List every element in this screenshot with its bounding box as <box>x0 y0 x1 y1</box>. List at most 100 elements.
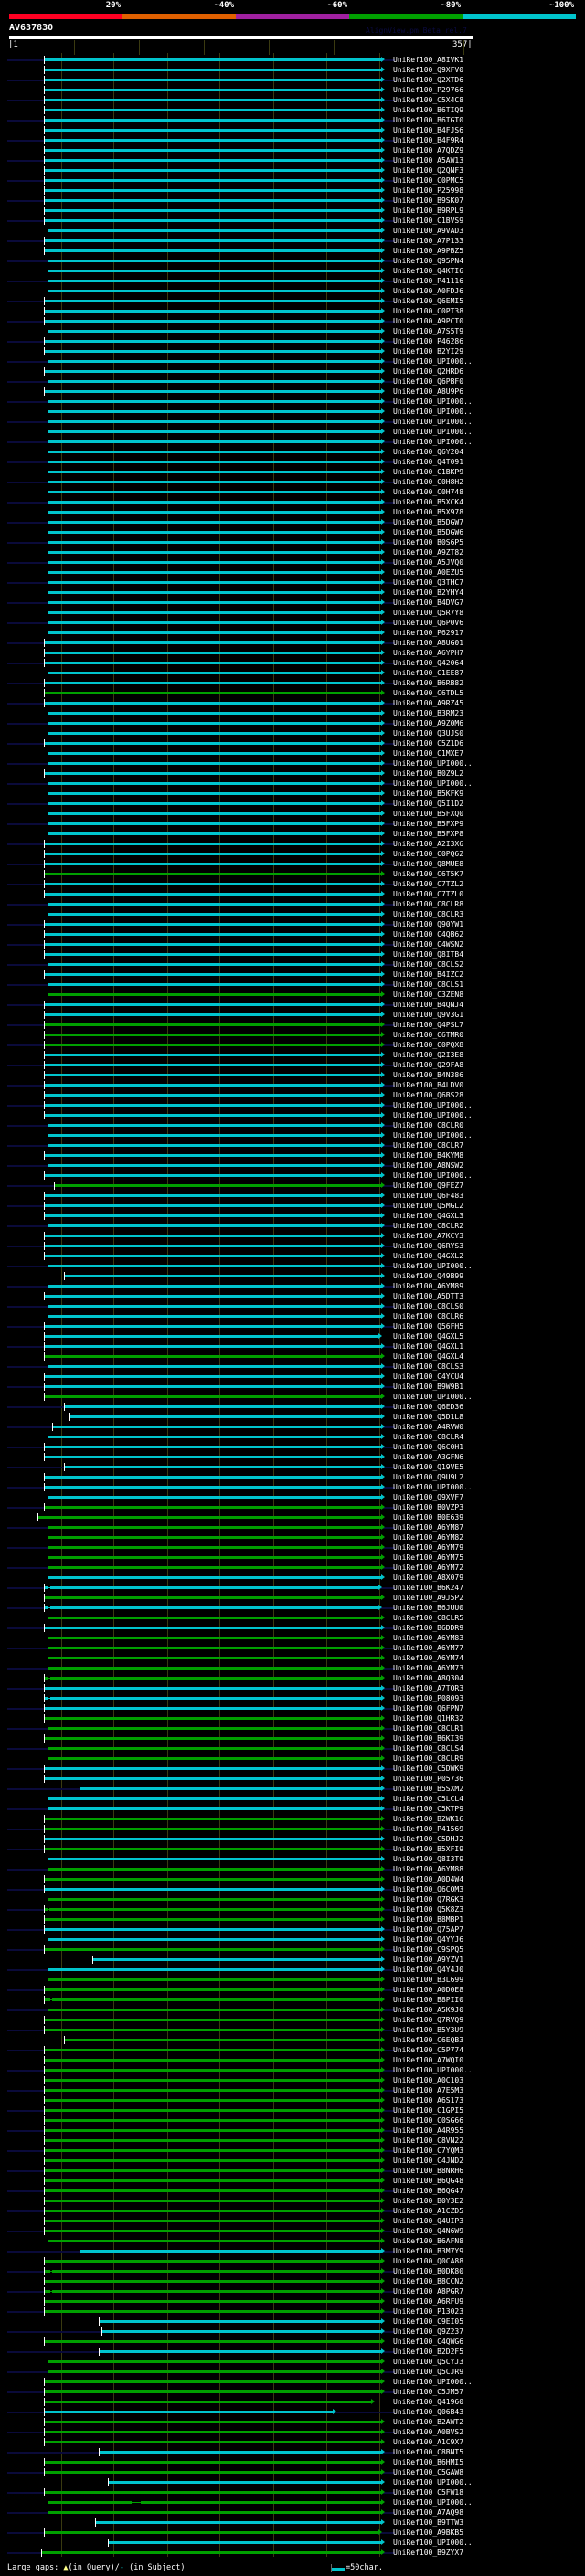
alignment-bar[interactable] <box>37 1516 382 1519</box>
alignment-bar[interactable] <box>44 2431 382 2433</box>
subject-label[interactable]: UniRef100_A0D4W4 <box>393 1874 463 1884</box>
alignment-row[interactable]: UniRef100_A6YM75 <box>0 1553 585 1563</box>
subject-label[interactable]: UniRef100_A8IVK1 <box>393 55 463 65</box>
alignment-row[interactable]: UniRef100_Q1HR32 <box>0 1713 585 1723</box>
subject-label[interactable]: UniRef100_C9EI05 <box>393 2316 463 2327</box>
subject-label[interactable]: UniRef100_B4QNJ4 <box>393 1000 463 1010</box>
alignment-row[interactable]: UniRef100_C0H8H2 <box>0 477 585 487</box>
subject-label[interactable]: UniRef100_C8BNT5 <box>393 2447 463 2457</box>
alignment-row[interactable]: UniRef100_Q42064 <box>0 658 585 668</box>
alignment-row[interactable]: UniRef100_C1GPI5 <box>0 2105 585 2115</box>
subject-label[interactable]: UniRef100_C8CLR4 <box>393 1432 463 1442</box>
subject-label[interactable]: UniRef100_A8UG01 <box>393 638 463 648</box>
subject-label[interactable]: UniRef100_A6S173 <box>393 2095 463 2105</box>
alignment-row[interactable]: UniRef100_UPI000.. <box>0 2497 585 2507</box>
alignment-row[interactable]: UniRef100_B6RB82 <box>0 678 585 688</box>
alignment-row[interactable]: UniRef100_B2YI29 <box>0 346 585 356</box>
alignment-bar[interactable] <box>47 631 382 634</box>
alignment-row[interactable]: UniRef100_B2D2F5 <box>0 2347 585 2357</box>
alignment-row[interactable]: UniRef100_B4KYM8 <box>0 1150 585 1161</box>
subject-label[interactable]: UniRef100_A6YM88 <box>393 1864 463 1874</box>
alignment-bar[interactable] <box>47 1134 382 1137</box>
alignment-row[interactable]: UniRef100_B5Y3U9 <box>0 2025 585 2035</box>
alignment-bar[interactable] <box>108 2481 382 2484</box>
alignment-bar[interactable] <box>44 1355 382 1358</box>
subject-label[interactable]: UniRef100_B6QG47 <box>393 2186 463 2196</box>
alignment-bar[interactable] <box>44 1456 382 1458</box>
alignment-bar[interactable] <box>44 99 382 101</box>
alignment-row[interactable]: UniRef100_A9RZ45 <box>0 698 585 708</box>
alignment-row[interactable]: UniRef100_A0C103 <box>0 2075 585 2085</box>
alignment-bar[interactable] <box>64 1466 382 1468</box>
subject-label[interactable]: UniRef100_B5FXP8 <box>393 829 463 839</box>
alignment-bar[interactable] <box>44 1828 382 1830</box>
alignment-bar[interactable] <box>47 1164 382 1167</box>
alignment-row[interactable]: UniRef100_A6YM87 <box>0 1522 585 1532</box>
alignment-bar[interactable] <box>44 1295 382 1298</box>
subject-label[interactable]: UniRef100_C8CLR7 <box>393 1140 463 1150</box>
subject-label[interactable]: UniRef100_B0E639 <box>393 1512 463 1522</box>
alignment-row[interactable]: UniRef100_UPI000.. <box>0 407 585 417</box>
alignment-bar[interactable] <box>44 2300 382 2303</box>
alignment-bar[interactable] <box>47 1365 382 1368</box>
alignment-bar[interactable] <box>44 89 382 91</box>
alignment-row[interactable]: UniRef100_Q2QNF3 <box>0 165 585 175</box>
alignment-bar[interactable] <box>44 973 382 976</box>
alignment-bar[interactable] <box>47 521 382 524</box>
subject-label[interactable]: UniRef100_A6YM87 <box>393 1522 463 1532</box>
alignment-row[interactable]: UniRef100_Q7RGK3 <box>0 1894 585 1904</box>
subject-label[interactable]: UniRef100_A9RZ45 <box>393 698 463 708</box>
alignment-bar[interactable] <box>44 853 382 855</box>
subject-label[interactable]: UniRef100_P41569 <box>393 1824 463 1834</box>
alignment-bar[interactable] <box>44 1777 382 1780</box>
subject-label[interactable]: UniRef100_B5X978 <box>393 507 463 517</box>
subject-label[interactable]: UniRef100_Q2HRD6 <box>393 366 463 376</box>
alignment-row[interactable]: UniRef100_C9EI05 <box>0 2316 585 2327</box>
subject-label[interactable]: UniRef100_UPI000.. <box>393 437 473 447</box>
alignment-bar[interactable] <box>79 2250 382 2253</box>
alignment-bar[interactable] <box>44 2089 382 2092</box>
alignment-row[interactable]: UniRef100_C8CLS4 <box>0 1744 585 1754</box>
subject-label[interactable]: UniRef100_A9Z0M6 <box>393 718 463 728</box>
alignment-bar[interactable] <box>47 1968 382 1971</box>
alignment-row[interactable]: UniRef100_A9Z0M6 <box>0 718 585 728</box>
alignment-bar[interactable] <box>47 812 382 815</box>
subject-label[interactable]: UniRef100_C8CLR0 <box>393 1120 463 1130</box>
subject-label[interactable]: UniRef100_Q4KTI6 <box>393 266 463 276</box>
alignment-bar[interactable] <box>44 2210 382 2212</box>
alignment-row[interactable]: UniRef100_C1MXE7 <box>0 748 585 758</box>
alignment-row[interactable]: UniRef100_C7YQM3 <box>0 2146 585 2156</box>
alignment-bar[interactable] <box>47 380 382 383</box>
subject-label[interactable]: UniRef100_UPI000.. <box>393 1392 473 1402</box>
alignment-row[interactable]: UniRef100_Q6Y204 <box>0 447 585 457</box>
alignment-row[interactable]: UniRef100_B9W9B1 <box>0 1382 585 1392</box>
subject-label[interactable]: UniRef100_B0Y3E2 <box>393 2196 463 2206</box>
alignment-row[interactable]: UniRef100_Q56FH5 <box>0 1321 585 1331</box>
alignment-row[interactable]: UniRef100_Q49B99 <box>0 1271 585 1281</box>
subject-label[interactable]: UniRef100_A6YM75 <box>393 1553 463 1563</box>
alignment-row[interactable]: UniRef100_Q9FEZ7 <box>0 1181 585 1191</box>
alignment-row[interactable]: UniRef100_B8PII0 <box>0 1995 585 2005</box>
subject-label[interactable]: UniRef100_C8CLR1 <box>393 1723 463 1733</box>
alignment-row[interactable]: UniRef100_B2WK16 <box>0 1814 585 1824</box>
subject-label[interactable]: UniRef100_B0DK80 <box>393 2266 463 2276</box>
subject-label[interactable]: UniRef100_P13023 <box>393 2306 463 2316</box>
subject-label[interactable]: UniRef100_B6JUU0 <box>393 1603 463 1613</box>
subject-label[interactable]: UniRef100_C5KTP9 <box>393 1804 463 1814</box>
alignment-bar[interactable] <box>44 873 382 875</box>
subject-label[interactable]: UniRef100_UPI000.. <box>393 407 473 417</box>
subject-label[interactable]: UniRef100_Q6P0V6 <box>393 618 463 628</box>
alignment-row[interactable]: UniRef100_UPI000.. <box>0 1110 585 1120</box>
alignment-bar[interactable] <box>51 1426 382 1428</box>
alignment-bar[interactable] <box>44 1335 378 1338</box>
alignment-bar[interactable] <box>44 2129 382 2132</box>
alignment-row[interactable]: UniRef100_Q6FPN7 <box>0 1703 585 1713</box>
subject-label[interactable]: UniRef100_UPI000.. <box>393 356 473 366</box>
alignment-bar[interactable] <box>44 2099 382 2102</box>
subject-label[interactable]: UniRef100_C7YQM3 <box>393 2146 463 2156</box>
alignment-row[interactable]: UniRef100_A6YM72 <box>0 1563 585 1573</box>
alignment-bar[interactable] <box>44 1174 382 1177</box>
subject-label[interactable]: UniRef100_P05736 <box>393 1774 463 1784</box>
subject-label[interactable]: UniRef100_A6YM77 <box>393 1643 463 1653</box>
alignment-row[interactable]: UniRef100_A9J5P2 <box>0 1593 585 1603</box>
